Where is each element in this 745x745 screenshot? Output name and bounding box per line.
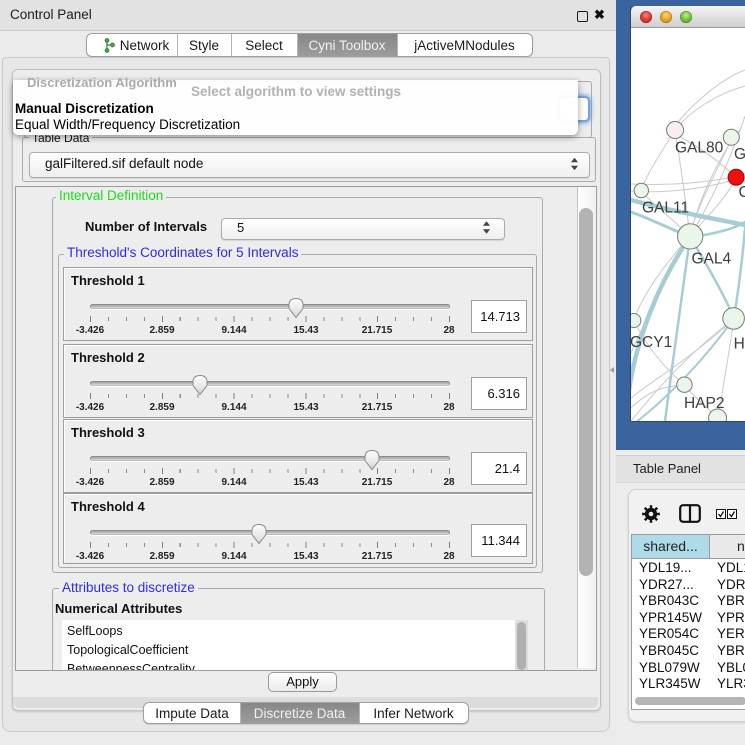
svg-text:HAP2: HAP2 [684,395,725,412]
svg-text:GA: GA [734,146,745,163]
svg-text:H: H [734,336,745,353]
svg-text:GAL80: GAL80 [675,140,724,157]
svg-text:GAL4: GAL4 [692,251,732,268]
svg-text:GCY1: GCY1 [631,334,672,351]
svg-text:C: C [739,184,745,201]
svg-text:GAL11: GAL11 [642,200,689,217]
